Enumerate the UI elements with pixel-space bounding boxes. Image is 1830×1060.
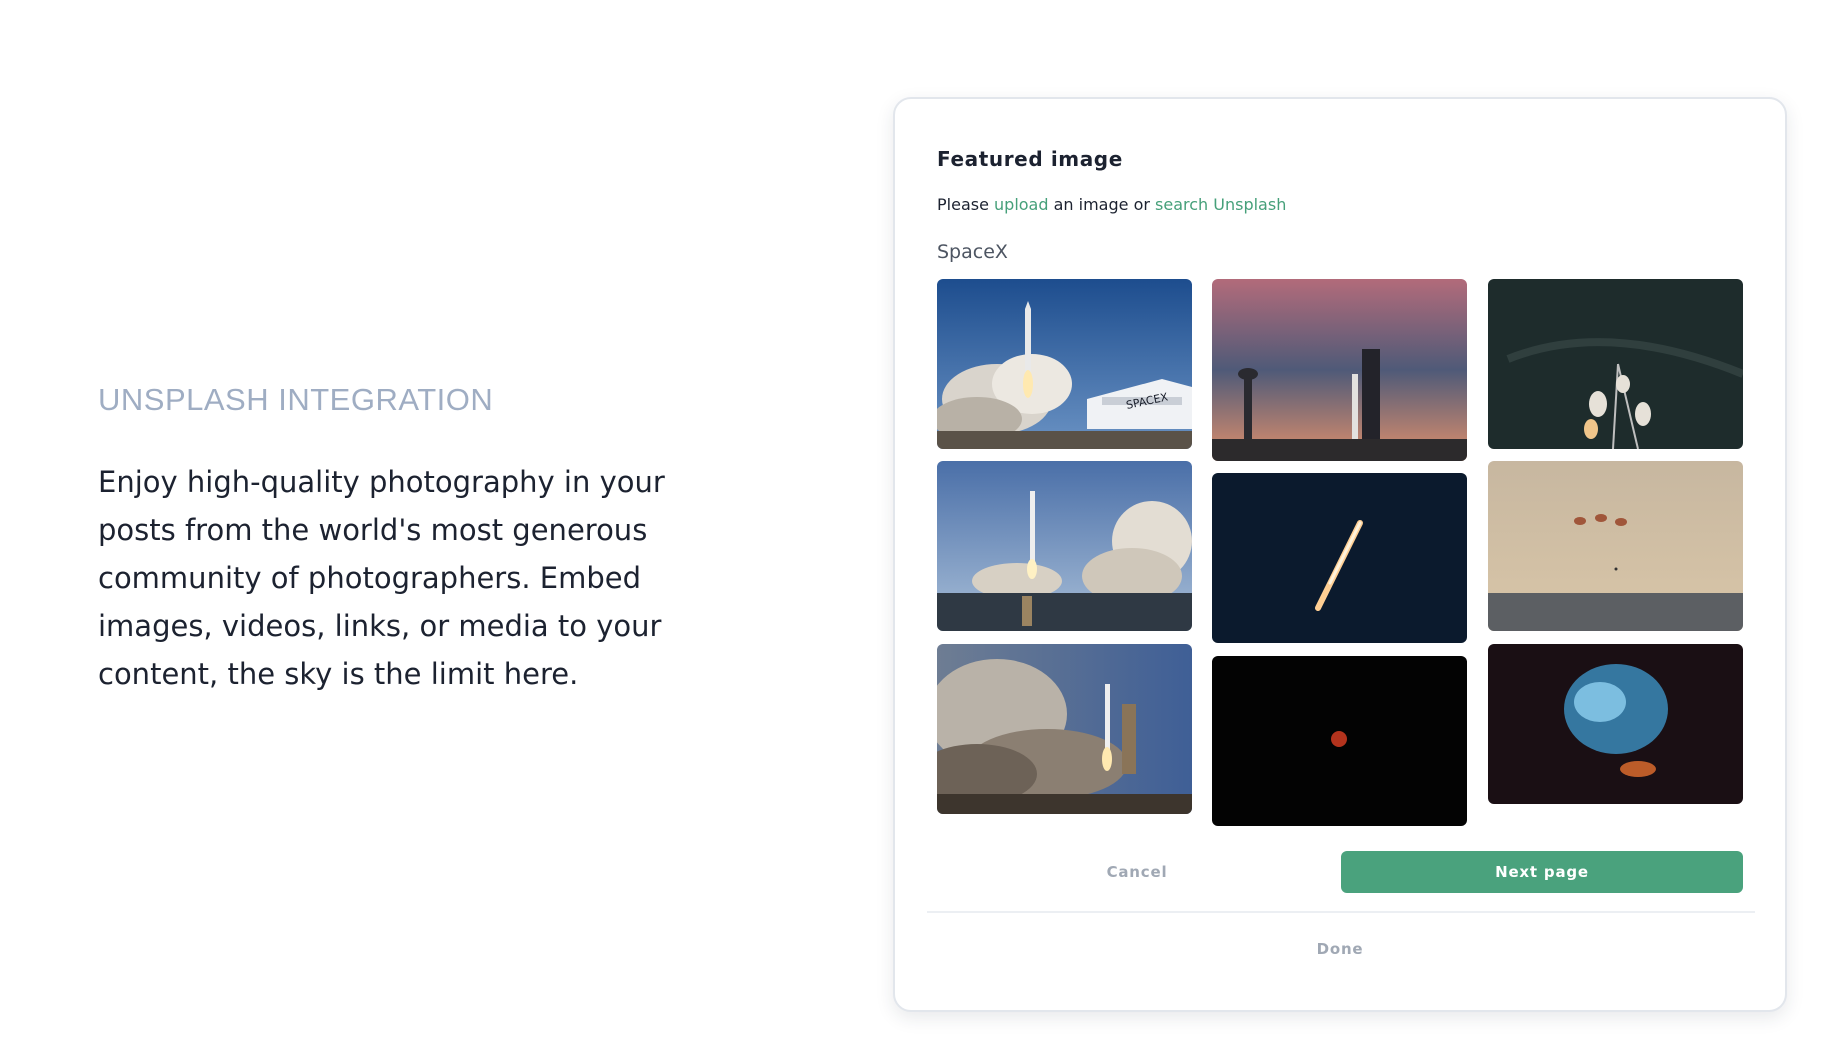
dialog-title: Featured image <box>937 147 1123 171</box>
dialog-divider <box>927 911 1755 913</box>
image-thumb-blue-plume[interactable] <box>1488 644 1743 804</box>
red-moon-image <box>1212 656 1467 826</box>
search-query[interactable]: SpaceX <box>937 241 1008 263</box>
rocket-night-image <box>1212 473 1467 643</box>
image-thumb-launch-hangar[interactable]: SPACEX <box>937 279 1192 449</box>
image-thumb-parachutes[interactable] <box>1488 461 1743 631</box>
image-thumb-rocket-night[interactable] <box>1212 473 1467 643</box>
cancel-button[interactable]: Cancel <box>937 851 1337 893</box>
image-thumb-red-moon[interactable] <box>1212 656 1467 826</box>
search-unsplash-link[interactable]: search Unsplash <box>1155 195 1286 214</box>
image-thumb-launch-clouds[interactable] <box>937 644 1192 814</box>
promo-eyebrow: UNSPLASH INTEGRATION <box>98 382 494 417</box>
promo-description: Enjoy high-quality photography in your p… <box>98 465 665 691</box>
image-thumb-satellite-tower[interactable] <box>1488 279 1743 449</box>
subtitle-prefix: Please <box>937 195 989 214</box>
subtitle-middle: an image or <box>1053 195 1150 214</box>
image-thumb-pad-sunset[interactable] <box>1212 279 1467 461</box>
launch-water-image <box>937 461 1192 631</box>
pad-sunset-image <box>1212 279 1467 461</box>
dialog-subtitle: Please upload an image or search Unsplas… <box>937 195 1286 214</box>
blue-plume-image <box>1488 644 1743 804</box>
satellite-tower-image <box>1488 279 1743 449</box>
image-grid: SPACEX <box>937 279 1743 827</box>
image-thumb-launch-water[interactable] <box>937 461 1192 631</box>
parachutes-image <box>1488 461 1743 631</box>
featured-image-dialog: Featured image Please upload an image or… <box>893 97 1787 1012</box>
upload-link[interactable]: upload <box>994 195 1049 214</box>
dialog-actions: Cancel Next page <box>937 851 1743 893</box>
done-button[interactable]: Done <box>895 929 1785 969</box>
next-page-button[interactable]: Next page <box>1341 851 1743 893</box>
launch-clouds-image <box>937 644 1192 814</box>
launch-hangar-image: SPACEX <box>937 279 1192 449</box>
